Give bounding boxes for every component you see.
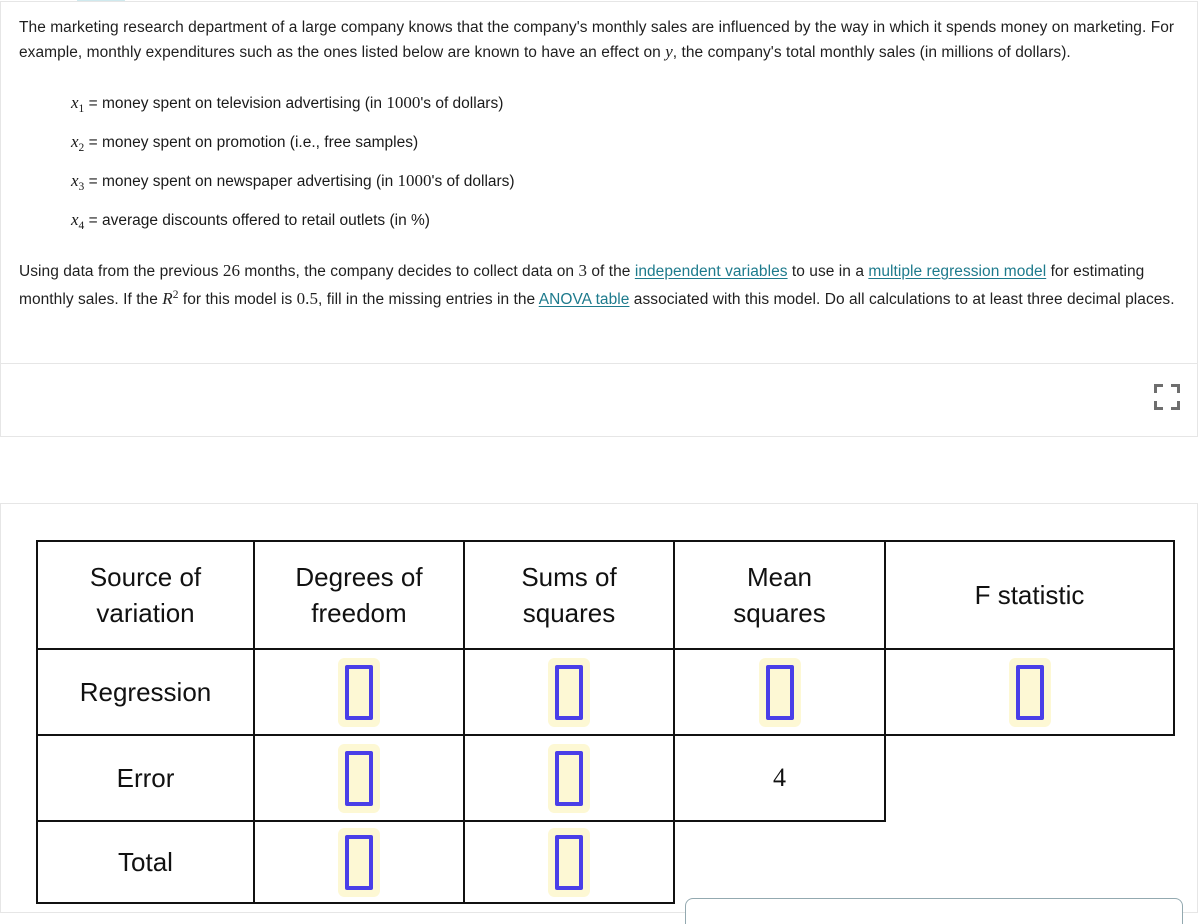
header-line1: Mean [746, 562, 813, 592]
table-row-regression: Regression [36, 648, 1175, 736]
variable-text-before: money spent on promotion (i.e., free sam… [97, 134, 419, 151]
variable-text-before: average discounts offered to retail outl… [97, 212, 430, 229]
corner-bottom-left [1154, 401, 1163, 410]
variable-subscript: 4 [78, 220, 85, 232]
row-label-regression: Regression [36, 648, 255, 736]
cell-regression-ms[interactable] [673, 648, 886, 736]
variable-equals: = [88, 173, 98, 190]
variable-number: 1000 [397, 171, 432, 190]
variables-count: 3 [578, 261, 588, 280]
variable-symbol: x [71, 132, 79, 151]
variable-number: 1000 [386, 93, 421, 112]
input-regression-df[interactable] [345, 664, 373, 720]
input-regression-ss[interactable] [555, 664, 583, 720]
cell-error-ss[interactable] [463, 734, 675, 822]
input-error-ss[interactable] [555, 750, 583, 806]
input-regression-f[interactable] [1015, 664, 1044, 720]
variable-equals: = [88, 95, 98, 112]
variable-item-x4: x4 = average discounts offered to retail… [71, 200, 1179, 239]
corner-top-right [1171, 384, 1180, 393]
table-row-error: Error 4 [36, 734, 1174, 822]
cell-error-ms: 4 [673, 734, 886, 822]
variable-item-x1: x1 = money spent on television advertisi… [71, 83, 1179, 122]
intro-paragraph: The marketing research department of a l… [19, 16, 1179, 64]
cell-total-ms-empty [674, 821, 885, 903]
input-total-df[interactable] [345, 834, 373, 890]
variable-subscript: 1 [78, 103, 85, 115]
variable-subscript: 3 [78, 181, 85, 193]
r-symbol: R [162, 288, 173, 308]
corner-bottom-right [1171, 401, 1180, 410]
cell-error-f-empty [885, 735, 1174, 821]
header-sums-of-squares: Sums of squares [463, 540, 675, 650]
header-f-statistic: F statistic [884, 540, 1175, 650]
header-source-of-variation: Source of variation [36, 540, 255, 650]
variable-symbol: x [71, 210, 79, 229]
variable-text-after: 's of dollars) [420, 95, 504, 112]
table-row-total: Total [36, 820, 1174, 904]
link-anova-table[interactable]: ANOVA table [539, 291, 630, 308]
variable-definition-list: x1 = money spent on television advertisi… [19, 83, 1179, 239]
problem-statement-panel: The marketing research department of a l… [0, 1, 1198, 437]
cell-total-f-empty [885, 821, 1174, 903]
variable-symbol: x [71, 93, 79, 112]
anova-table-wrapper: Source of variation Degrees of freedom S… [36, 540, 1175, 904]
bottom-rounded-bar[interactable] [685, 898, 1183, 924]
variable-equals: = [88, 134, 98, 151]
anova-table: Source of variation Degrees of freedom S… [36, 540, 1175, 904]
header-line2: freedom [311, 598, 407, 628]
header-line1: Sums of [521, 562, 617, 592]
input-regression-ms[interactable] [765, 664, 794, 720]
row-label-total: Total [36, 820, 255, 904]
closing-s2: months, the company decides to collect d… [240, 263, 579, 280]
cell-regression-df[interactable] [253, 648, 465, 736]
header-line1: Degrees of [295, 562, 423, 592]
closing-s7: , fill in the missing entries in the [318, 290, 539, 308]
variable-text-after: 's of dollars) [431, 173, 515, 190]
table-header-row: Source of variation Degrees of freedom S… [36, 540, 1175, 650]
intro-text-part2: , the company's total monthly sales (in … [672, 43, 1071, 61]
variable-item-x3: x3 = money spent on newspaper advertisin… [71, 161, 1179, 200]
closing-s6: for this model is [178, 290, 297, 308]
header-degrees-of-freedom: Degrees of freedom [253, 540, 465, 650]
r-squared-value: 0.5 [296, 288, 319, 308]
header-mean-squares: Mean squares [673, 540, 886, 650]
header-line1: F statistic [974, 580, 1085, 610]
anova-table-panel: Source of variation Degrees of freedom S… [0, 503, 1198, 913]
cell-error-df[interactable] [253, 734, 465, 822]
link-multiple-regression-model[interactable]: multiple regression model [868, 263, 1046, 280]
variable-equals: = [88, 212, 98, 229]
variable-symbol: x [71, 171, 79, 190]
problem-toolbar [1, 364, 1197, 437]
header-line1: Source of [89, 562, 202, 592]
fullscreen-expand-icon[interactable] [1154, 384, 1180, 410]
closing-s4: to use in a [787, 263, 869, 280]
closing-s8: associated with this model. Do all calcu… [629, 290, 1175, 308]
header-line2: variation [96, 598, 195, 628]
cell-total-df[interactable] [253, 820, 465, 904]
cell-total-ss[interactable] [463, 820, 675, 904]
input-total-ss[interactable] [555, 834, 583, 890]
closing-s1: Using data from the previous [19, 263, 223, 280]
problem-body: The marketing research department of a l… [1, 2, 1197, 311]
cell-regression-f[interactable] [884, 648, 1175, 736]
intro-y-variable: y [665, 41, 673, 61]
header-line2: squares [733, 598, 826, 628]
link-independent-variables[interactable]: independent variables [635, 263, 788, 280]
closing-s3: of the [587, 263, 635, 280]
variable-item-x2: x2 = money spent on promotion (i.e., fre… [71, 122, 1179, 161]
input-error-df[interactable] [345, 750, 373, 806]
variable-text-before: money spent on television advertising (i… [97, 95, 387, 112]
variable-text-before: money spent on newspaper advertising (in [97, 173, 398, 190]
header-line2: squares [522, 598, 616, 628]
cell-regression-ss[interactable] [463, 648, 675, 736]
corner-top-left [1154, 384, 1163, 393]
months-count: 26 [222, 261, 241, 280]
closing-paragraph: Using data from the previous 26 months, … [19, 259, 1179, 311]
variable-subscript: 2 [78, 142, 85, 154]
row-label-error: Error [36, 734, 255, 822]
